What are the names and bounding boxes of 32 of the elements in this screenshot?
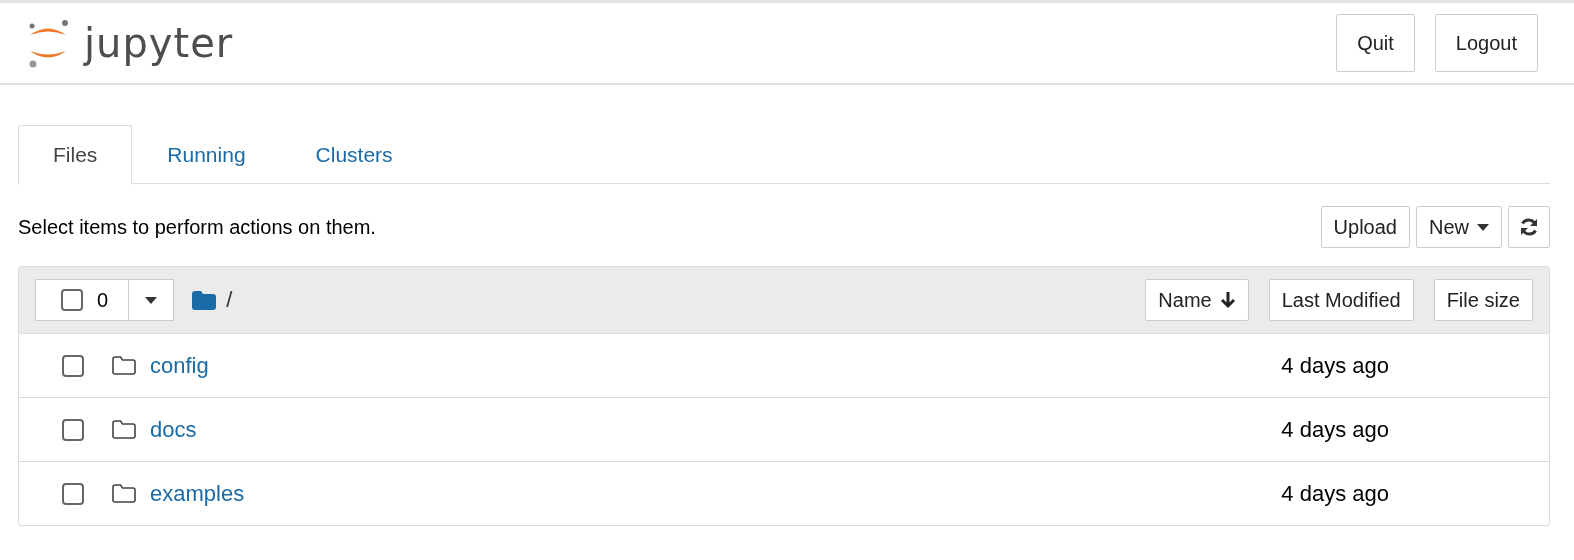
caret-icon [145, 296, 158, 304]
caret-icon [1477, 223, 1489, 231]
folder-icon [192, 290, 217, 310]
file-link[interactable]: examples [150, 480, 245, 507]
folder-icon [112, 356, 136, 375]
checkbox[interactable] [62, 482, 84, 505]
header-button[interactable]: Logout [1434, 14, 1538, 72]
tab[interactable]: Files [18, 125, 133, 185]
upload-button[interactable]: Upload [1320, 206, 1410, 248]
modified-time: 4 days ago [1281, 352, 1389, 379]
tab[interactable]: Running [132, 125, 281, 185]
tab[interactable]: Clusters [280, 125, 428, 185]
checkbox[interactable] [61, 289, 83, 311]
modified-time: 4 days ago [1281, 480, 1389, 507]
new-button[interactable]: New [1416, 206, 1502, 248]
header-button[interactable]: Quit [1336, 14, 1415, 72]
sort-button[interactable]: Last Modified [1268, 279, 1414, 321]
file-link[interactable]: docs [150, 416, 197, 443]
instruction-text: Select items to perform actions on them. [18, 215, 376, 239]
modified-time: 4 days ago [1281, 416, 1389, 443]
breadcrumb-path[interactable]: / [226, 287, 233, 313]
logo-text[interactable]: jupyter [84, 20, 234, 66]
file-link[interactable]: config [150, 352, 209, 379]
sort-button[interactable]: Name [1145, 279, 1249, 321]
checkbox[interactable] [62, 354, 84, 377]
sort-button[interactable]: File size [1433, 279, 1533, 321]
folder-icon [112, 420, 136, 439]
checkbox[interactable] [62, 418, 84, 441]
folder-icon [112, 484, 136, 503]
selected-count: 0 [97, 288, 109, 312]
refresh-icon [1519, 217, 1539, 237]
refresh-button[interactable] [1508, 206, 1550, 248]
